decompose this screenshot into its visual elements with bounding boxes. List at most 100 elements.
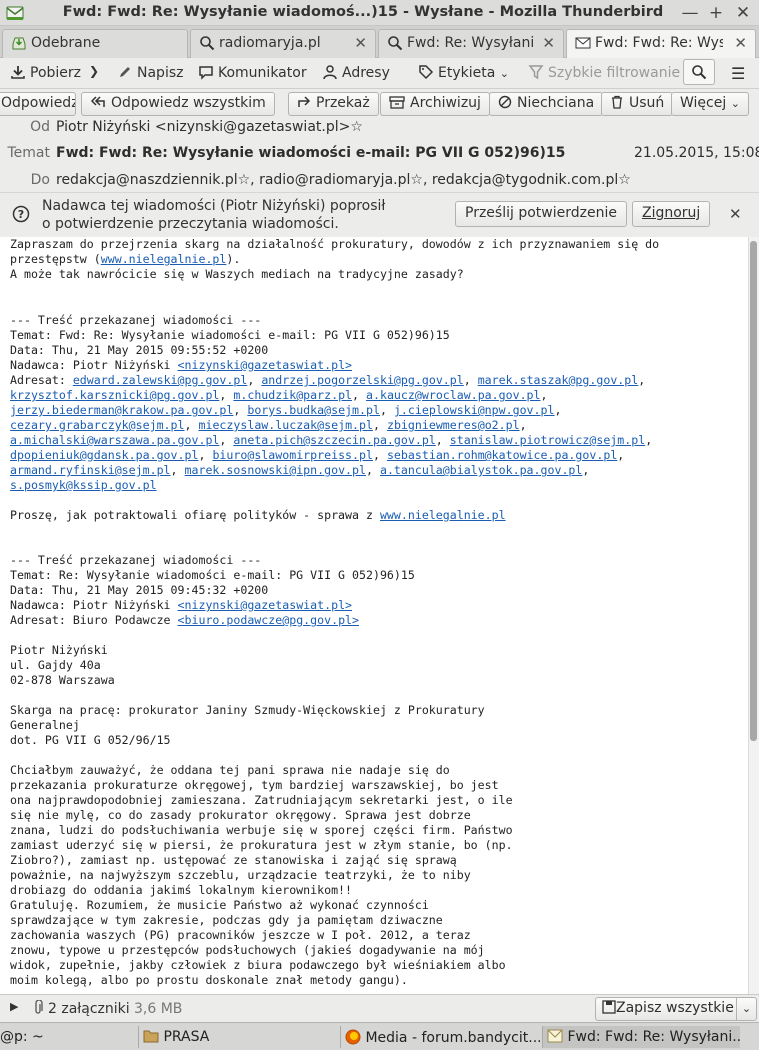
taskbar-folder[interactable]: PRASA [138,1026,336,1048]
paperclip-icon [32,999,44,1020]
get-messages-button[interactable]: Pobierz [10,64,81,81]
taskbar-browser[interactable]: Media - forum.bandycit... [340,1026,540,1048]
tab-search-radiomaryja[interactable]: radiomaryja.pl ✕ [190,29,376,58]
more-button[interactable]: Więcej ⌄ [671,92,749,116]
paragraph-line: się nie mylę, co do zasady prokurator ok… [10,808,471,822]
to-address-1[interactable]: redakcja@naszdziennik.pl [56,172,238,188]
write-label: Napisz [137,65,184,81]
chevron-down-icon: ⌄ [730,97,740,110]
star-icon[interactable]: ☆ [350,119,363,135]
taskbar-folder-label: PRASA [163,1029,210,1045]
email-link[interactable]: aneta.pich@szczecin.pa.gov.pl [233,433,435,447]
email-link[interactable]: marek.staszak@pg.gov.pl [478,373,639,387]
link-nielegalnie[interactable]: www.nielegalnie.pl [101,252,227,266]
complaint-line: dot. PG VII G 052/96/15 [10,733,171,747]
email-link[interactable]: edward.zalewski@pg.gov.pl [73,373,248,387]
close-tab-icon[interactable]: ✕ [354,34,367,52]
email-link[interactable]: a.michalski@warszawa.pa.gov.pl [10,433,219,447]
tab-inbox[interactable]: Odebrane [2,29,188,58]
reply-all-icon [90,95,111,111]
save-dropdown-icon[interactable]: ⌄ [737,997,757,1021]
tag-icon [418,65,438,81]
save-all-button[interactable]: Zapisz wszystkie [595,997,737,1021]
reply-all-button[interactable]: Odpowiedz wszystkim [81,92,275,116]
scrollbar-thumb[interactable] [750,241,757,741]
email-link[interactable]: stanislaw.piotrowicz@sejm.pl [450,433,645,447]
reply-button[interactable]: Odpowiedz [0,92,76,116]
email-link[interactable]: krzysztof.karsznicki@pg.gov.pl [10,388,219,402]
get-messages-dropdown-icon[interactable]: ❯ [89,64,99,78]
from-label: Od [30,119,50,135]
notification-text: Nadawca tej wiadomości (Piotr Niżyński) … [42,197,422,233]
maximize-icon[interactable]: + [706,3,726,23]
paragraph-line: przekazania prokuraturze okręgowej, tym … [10,778,499,792]
close-notification-icon[interactable]: ✕ [729,205,742,223]
search-button[interactable] [683,59,715,85]
email-link[interactable]: andrzej.pogorzelski@pg.gov.pl [261,373,463,387]
tag-button[interactable]: Etykieta ⌄ [418,64,509,81]
chat-button[interactable]: Komunikator [198,64,307,81]
email-link[interactable]: m.chudzik@parz.pl [233,388,352,402]
minimize-icon[interactable]: — [680,3,700,23]
close-tab-icon[interactable]: ✕ [542,34,555,52]
address-book-button[interactable]: Adresy [322,64,390,81]
tab-search-fwd[interactable]: Fwd: Re: Wysyłanie ✕ [378,29,564,58]
forward-to: Adresat: Biuro Podawcze <biuro.podawcze@… [10,613,360,627]
expand-attachments-icon[interactable]: ▶ [10,1000,18,1013]
email-link[interactable]: marek.sosnowski@ipn.gov.pl [185,463,366,477]
message-date: 21.05.2015, 15:08 [634,145,759,161]
email-link[interactable]: cezary.grabarczyk@sejm.pl [10,418,185,432]
taskbar-mail[interactable]: Fwd: Fwd: Re: Wysyłani... [542,1026,740,1048]
to-address-2[interactable]: , radio@radiomaryja.pl [250,172,410,188]
write-button[interactable]: Napisz [117,64,183,81]
tab-message[interactable]: Fwd: Fwd: Re: Wysy ✕ [566,29,756,59]
forward-recipients: Adresat: edward.zalewski@pg.gov.pl, andr… [10,373,653,492]
email-link[interactable]: <nizynski@gazetaswiat.pl> [178,598,353,612]
email-link[interactable]: <nizynski@gazetaswiat.pl> [178,358,353,372]
star-icon[interactable]: ☆ [410,172,423,188]
close-tab-icon[interactable]: ✕ [734,34,747,52]
email-link[interactable]: borys.budka@sejm.pl [247,403,380,417]
message-body[interactable]: Zapraszam do przejrzenia skarg na działa… [0,237,748,994]
email-link[interactable]: a.kaucz@wroclaw.pa.gov.pl [366,388,541,402]
firefox-icon [345,1029,361,1046]
email-link[interactable]: zbigniewmeres@o2.pl [387,418,520,432]
email-link[interactable]: a.tancula@bialystok.pa.gov.pl [380,463,582,477]
hamburger-menu-icon[interactable]: ☰ [731,64,745,83]
junk-button[interactable]: Niechciana [489,92,604,116]
email-link[interactable]: sebastian.rohm@katowice.pa.gov.pl [387,448,617,462]
email-link[interactable]: <biuro.podawcze@pg.gov.pl> [178,613,359,627]
from-address[interactable]: Piotr Niżyński <nizynski@gazetaswiat.pl> [56,119,350,135]
body-line: Zapraszam do przejrzenia skarg na działa… [10,237,660,251]
attachment-count[interactable]: 2 załączniki [48,1001,130,1017]
reply-label: Odpowiedz [1,95,76,111]
forward-separator: --- Treść przekazanej wiadomości --- [10,313,262,327]
junk-icon [498,95,517,111]
save-icon [602,1000,616,1016]
email-link[interactable]: dpopieniuk@gdansk.pa.gov.pl [10,448,198,462]
email-link[interactable]: armand.ryfinski@sejm.pl [10,463,171,477]
star-icon[interactable]: ☆ [238,172,251,188]
quick-filter-button[interactable]: Szybkie filtrowanie [528,64,680,81]
link-nielegalnie[interactable]: www.nielegalnie.pl [380,508,506,522]
forward-button[interactable]: Przekaż [288,92,379,116]
star-icon[interactable]: ☆ [618,172,631,188]
taskbar-terminal[interactable]: @p: ~ [0,1026,135,1048]
ignore-button[interactable]: Zignoruj [632,201,711,227]
folder-icon [143,1029,159,1045]
from-value[interactable]: Piotr Niżyński <nizynski@gazetaswiat.pl>… [56,119,363,135]
notification-line-1: Nadawca tej wiadomości (Piotr Niżyński) … [42,198,386,214]
archive-button[interactable]: Archiwizuj [380,92,490,116]
email-link[interactable]: biuro@slawomirpreiss.pl [212,448,373,462]
close-window-icon[interactable]: ✕ [733,3,753,23]
email-link[interactable]: j.cieplowski@npw.gov.pl [394,403,555,417]
forward-label: Przekaż [316,95,370,111]
email-link[interactable]: jerzy.biederman@krakow.pa.gov.pl [10,403,233,417]
delete-button[interactable]: Usuń [601,92,674,116]
send-receipt-button[interactable]: Prześlij potwierdzenie [455,201,627,227]
taskbar-mail-label: Fwd: Fwd: Re: Wysyłani... [567,1029,740,1045]
email-link[interactable]: mieczyslaw.luczak@sejm.pl [198,418,373,432]
email-link[interactable]: s.posmyk@kssip.gov.pl [10,478,157,492]
forward-date: Data: Thu, 21 May 2015 09:45:32 +0200 [10,583,269,597]
to-address-3[interactable]: , redakcja@tygodnik.com.pl [423,172,618,188]
